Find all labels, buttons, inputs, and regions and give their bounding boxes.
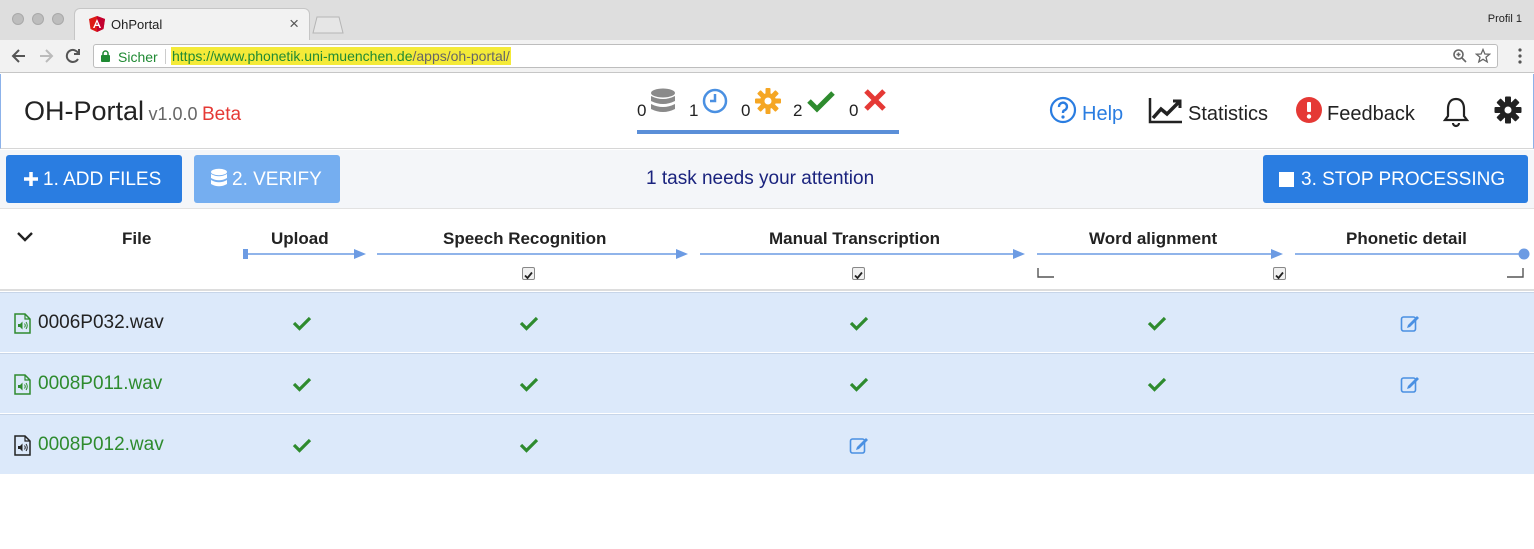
table-row[interactable]: 0006P032.wav (0, 292, 1534, 352)
x-icon (864, 89, 886, 111)
stop-processing-label: 3. STOP PROCESSING (1301, 169, 1506, 190)
checkmark-icon (854, 271, 863, 280)
verify-button[interactable]: 2. VERIFY (194, 155, 340, 203)
app-brand: OH-Portal v1.0.0 Beta (24, 96, 241, 127)
forward-arrow-icon[interactable] (36, 46, 56, 66)
address-separator (165, 49, 166, 64)
check-icon (849, 377, 869, 392)
audio-file-icon (14, 374, 31, 395)
check-icon (1147, 316, 1167, 331)
angular-favicon-icon (89, 16, 105, 32)
statistics-link[interactable]: Statistics (1148, 96, 1278, 128)
audio-file-icon (14, 313, 31, 334)
beta-badge: Beta (201, 104, 242, 125)
exclamation-circle-icon (1296, 97, 1322, 123)
check-icon (292, 438, 312, 453)
new-tab-button[interactable] (312, 16, 344, 34)
window-minimize-dot[interactable] (32, 13, 44, 25)
action-bar: 1. ADD FILES 2. VERIFY 1 task needs your… (0, 150, 1534, 209)
bell-icon[interactable] (1441, 96, 1471, 128)
url-host: www.phonetik.uni-muenchen.de (214, 48, 413, 64)
edit-icon[interactable] (849, 435, 869, 455)
help-circle-icon (1049, 96, 1077, 124)
check-icon (1147, 377, 1167, 392)
verify-label: 2. VERIFY (232, 169, 322, 190)
counter-waiting-value: 1 (689, 101, 699, 120)
browser-toolbar: Sicher https://www.phonetik.uni-muenchen… (0, 40, 1534, 73)
feedback-link[interactable]: Feedback (1295, 96, 1421, 128)
checkmark-icon (524, 271, 533, 280)
database-icon (211, 168, 227, 187)
profile-label[interactable]: Profil 1 (1488, 13, 1522, 25)
file-name[interactable]: 0008P011.wav (38, 373, 162, 395)
table-row[interactable]: 0008P012.wav (0, 414, 1534, 474)
check-icon (519, 377, 539, 392)
table-header: File Upload Speech Recognition Manual Tr… (0, 210, 1534, 291)
browser-tabbar: OhPortal × Profil 1 (0, 0, 1534, 40)
help-label: Help (1082, 103, 1124, 125)
speech-recognition-checkbox[interactable] (522, 267, 535, 280)
back-arrow-icon[interactable] (9, 46, 29, 66)
check-icon (519, 438, 539, 453)
table-row[interactable]: 0008P011.wav (0, 353, 1534, 413)
feedback-label: Feedback (1327, 103, 1415, 125)
app-version: v1.0.0 (148, 104, 198, 124)
stop-square-icon (1279, 172, 1294, 187)
tab-close-icon[interactable]: × (289, 14, 299, 34)
browser-tab[interactable]: OhPortal × (74, 8, 310, 40)
tab-title: OhPortal (111, 17, 163, 32)
app-header: OH-Portal v1.0.0 Beta 0 1 0 2 0 Help Sta… (0, 74, 1534, 149)
statistics-label: Statistics (1188, 103, 1269, 125)
edit-icon[interactable] (1400, 374, 1420, 394)
counter-done-value: 2 (793, 101, 803, 120)
zoom-icon[interactable] (1452, 48, 1468, 64)
word-alignment-checkbox[interactable] (1273, 267, 1286, 280)
stop-processing-button[interactable]: 3. STOP PROCESSING (1263, 155, 1528, 203)
edit-icon[interactable] (1400, 313, 1420, 333)
bookmark-star-icon[interactable] (1475, 48, 1491, 64)
status-counters: 0 1 0 2 0 (637, 88, 899, 134)
window-zoom-dot[interactable] (52, 13, 64, 25)
url-text[interactable]: https://www.phonetik.uni-muenchen.de/app… (171, 47, 511, 65)
help-link[interactable]: Help (1049, 96, 1129, 128)
plus-icon (24, 172, 38, 186)
counter-failed-value: 0 (849, 101, 859, 120)
line-chart-icon (1148, 98, 1182, 124)
check-icon (292, 377, 312, 392)
audio-file-icon (14, 435, 31, 456)
url-scheme: https:// (172, 48, 215, 64)
file-name[interactable]: 0006P032.wav (38, 312, 164, 334)
manual-transcription-checkbox[interactable] (852, 267, 865, 280)
url-path: /apps/oh-portal/ (412, 48, 510, 64)
database-icon (651, 88, 675, 112)
counter-queued-value: 0 (637, 101, 647, 120)
attention-message: 1 task needs your attention (646, 168, 875, 189)
add-files-button[interactable]: 1. ADD FILES (6, 155, 182, 203)
app-name: OH-Portal (24, 96, 145, 126)
check-icon (849, 316, 869, 331)
check-icon (807, 91, 835, 113)
gear-icon (755, 88, 781, 114)
check-icon (292, 316, 312, 331)
check-icon (519, 316, 539, 331)
address-bar[interactable]: Sicher https://www.phonetik.uni-muenchen… (93, 44, 1498, 68)
lock-icon (101, 50, 110, 62)
file-name[interactable]: 0008P012.wav (38, 434, 164, 456)
browser-menu-icon[interactable] (1518, 47, 1522, 65)
secure-label: Sicher (118, 49, 158, 65)
reload-icon[interactable] (63, 46, 83, 66)
pipeline-arrows (243, 248, 1530, 278)
settings-gear-icon[interactable] (1494, 96, 1522, 124)
clock-icon (702, 88, 728, 114)
counter-processing-value: 0 (741, 101, 751, 120)
add-files-label: 1. ADD FILES (43, 169, 162, 190)
checkmark-icon (1275, 271, 1284, 280)
window-close-dot[interactable] (12, 13, 24, 25)
